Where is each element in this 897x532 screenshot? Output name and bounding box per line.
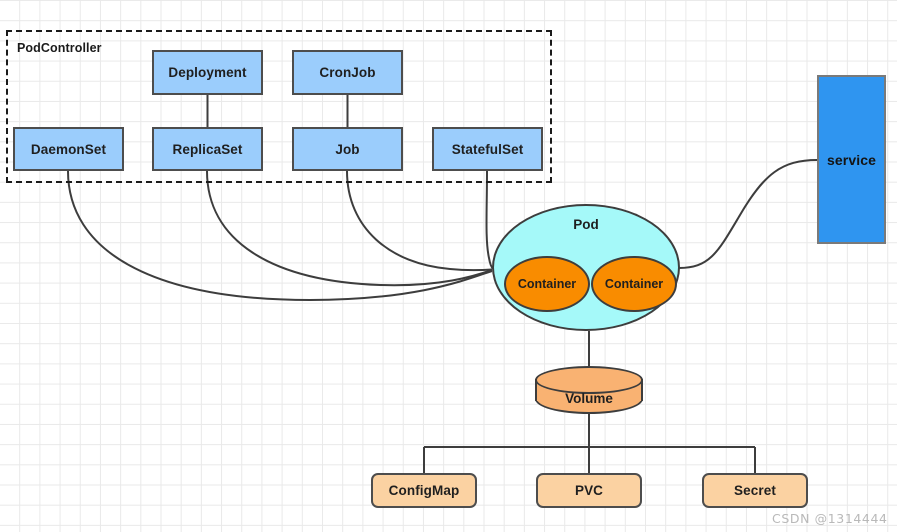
edge-replicaset-pod	[206, 170, 493, 287]
node-statefulset[interactable]: StatefulSet	[432, 127, 543, 171]
edge-daemonset-pod	[67, 170, 493, 302]
node-configmap[interactable]: ConfigMap	[371, 473, 477, 508]
node-statefulset-label: StatefulSet	[451, 141, 524, 157]
volume-cylinder-top	[535, 366, 643, 394]
node-deployment-label: Deployment	[168, 65, 247, 80]
node-pvc[interactable]: PVC	[536, 473, 642, 508]
csdn-watermark: CSDN @1314444	[772, 511, 888, 526]
node-cronjob-label: CronJob	[319, 65, 376, 80]
node-replicaset[interactable]: ReplicaSet	[152, 127, 263, 171]
node-pvc-label: PVC	[574, 483, 604, 498]
node-job-label: Job	[335, 141, 360, 157]
diagram-canvas: PodController Deployment CronJob DaemonS…	[0, 0, 897, 532]
node-secret[interactable]: Secret	[702, 473, 808, 508]
node-container-1[interactable]: Container	[504, 256, 590, 312]
edge-job-pod	[346, 170, 493, 272]
node-container-1-label: Container	[517, 277, 577, 291]
node-replicaset-label: ReplicaSet	[172, 141, 243, 157]
podcontroller-group-label: PodController	[17, 41, 102, 55]
node-secret-label: Secret	[734, 483, 776, 498]
node-cronjob[interactable]: CronJob	[292, 50, 403, 95]
node-daemonset-label: DaemonSet	[30, 141, 107, 157]
node-configmap-label: ConfigMap	[388, 483, 460, 498]
node-job[interactable]: Job	[292, 127, 403, 171]
node-deployment[interactable]: Deployment	[152, 50, 263, 95]
node-pod-label: Pod	[573, 217, 599, 232]
edge-pod-service	[678, 159, 818, 269]
node-volume-label: Volume	[565, 391, 613, 406]
node-volume[interactable]: Volume	[535, 366, 643, 414]
node-daemonset[interactable]: DaemonSet	[13, 127, 124, 171]
node-service[interactable]: service	[817, 75, 886, 244]
node-container-2-label: Container	[604, 277, 664, 291]
node-container-2[interactable]: Container	[591, 256, 677, 312]
node-service-label: service	[827, 151, 876, 168]
